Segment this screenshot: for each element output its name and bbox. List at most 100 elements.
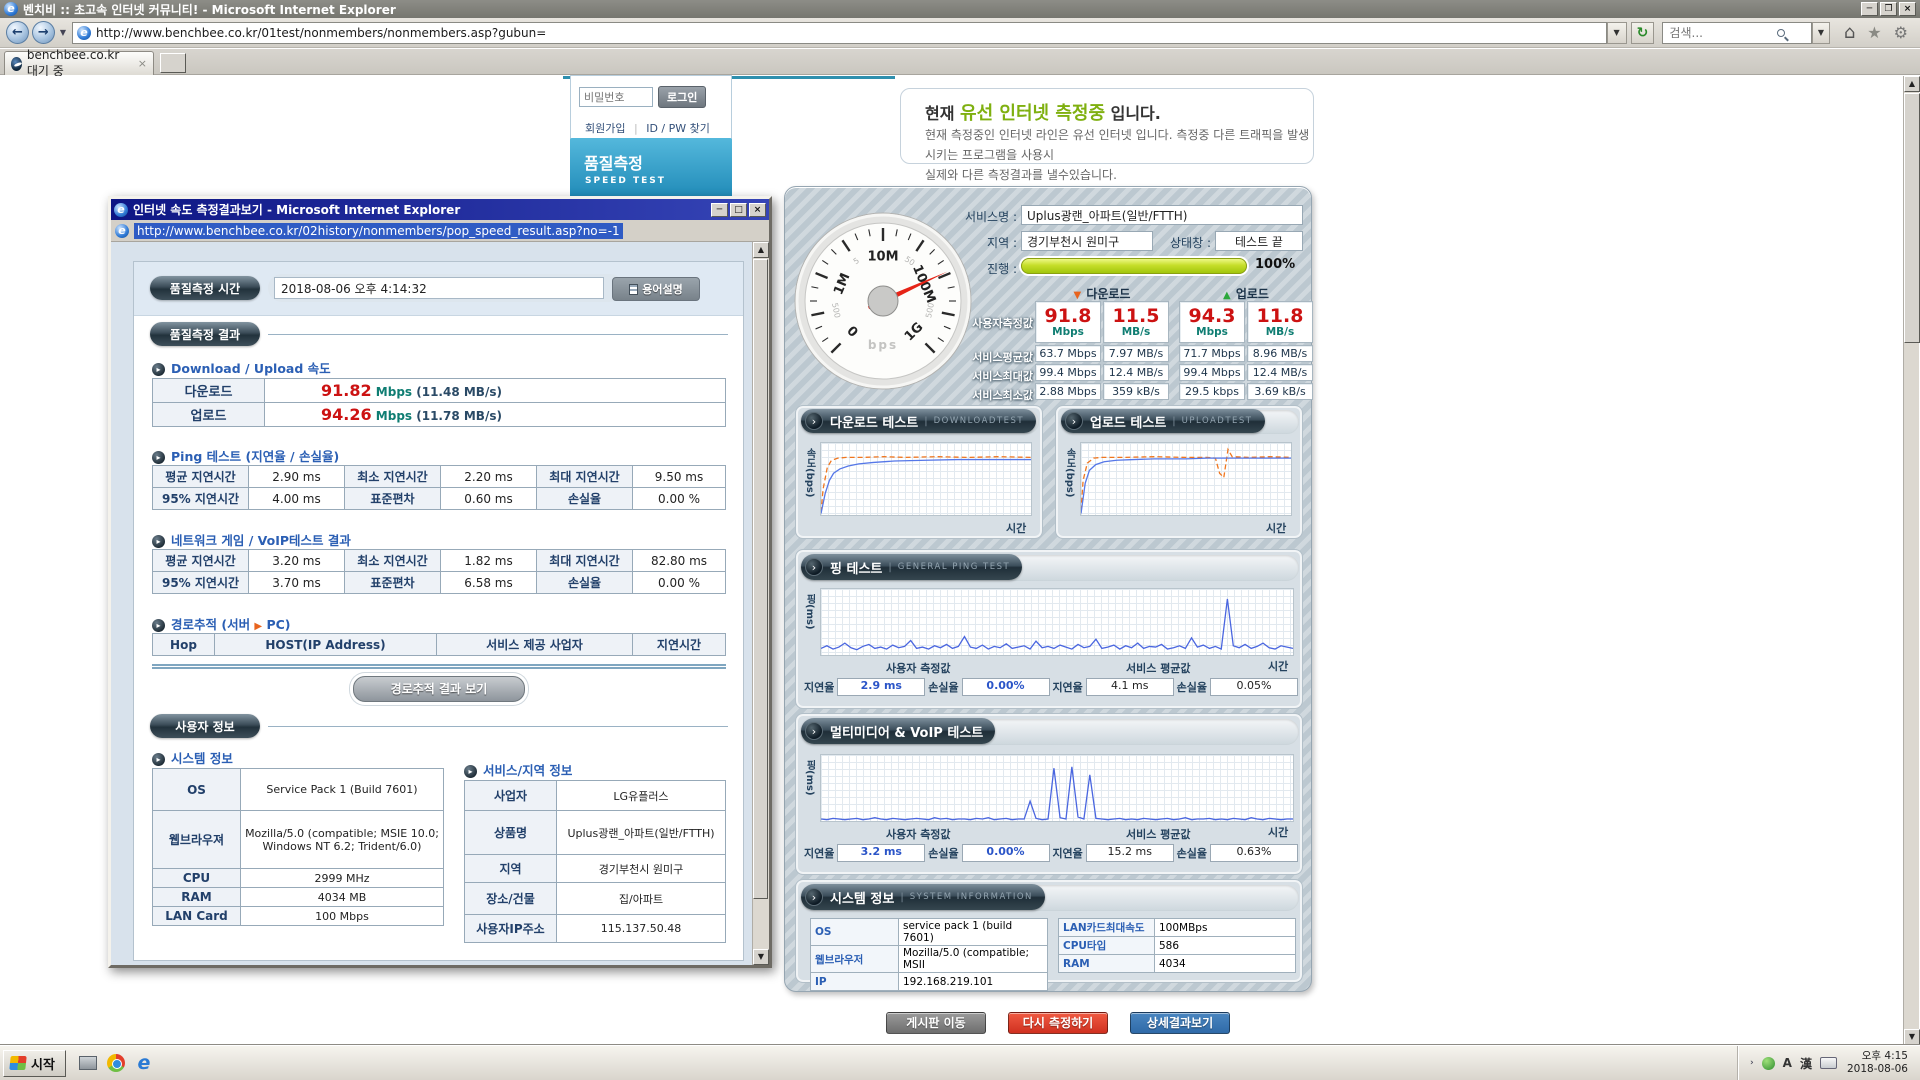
label-cell: 다운로드	[153, 379, 265, 403]
user-measured-label: 사용자 측정값	[886, 660, 951, 676]
menu-subtitle: SPEED TEST	[585, 176, 666, 186]
tab-benchbee[interactable]: benchbee.co.kr 대기 중 ×	[4, 51, 154, 75]
address-url[interactable]: http://www.benchbee.co.kr/01test/nonmemb…	[96, 26, 546, 40]
measure-time-pill: 품질측정 시간	[150, 276, 260, 300]
result-cell: 29.5 kbps	[1179, 383, 1245, 400]
chevron-icon: ›	[805, 888, 823, 906]
quicklaunch-ie-icon[interactable]: e	[132, 1051, 156, 1075]
label-cell: 웹브라우저	[811, 946, 899, 973]
download-upload-section-title: ▸Download / Upload 속도	[152, 358, 331, 377]
x-axis-label: 시간	[1268, 658, 1288, 674]
user-measured-label: 사용자 측정값	[886, 826, 951, 842]
voip-test-box: › 멀티미디어 & VoIP 테스트 핑(ms) 시간 사용자 측정값 서비스 …	[795, 713, 1303, 875]
glossary-button[interactable]: 용어설명	[612, 277, 700, 301]
clock-time: 오후 4:15	[1847, 1050, 1908, 1063]
browser-scrollbar[interactable]: ▲ ▼	[1903, 76, 1919, 1045]
search-input[interactable]	[1667, 25, 1777, 41]
find-id-pw-link[interactable]: ID / PW 찾기	[646, 122, 710, 135]
refresh-button[interactable]: ↻	[1631, 22, 1655, 44]
home-icon[interactable]: ⌂	[1844, 22, 1855, 43]
ime-keyboard-icon[interactable]	[1820, 1057, 1837, 1069]
scrollbar-thumb[interactable]	[1904, 93, 1920, 343]
close-button[interactable]: ×	[1899, 2, 1916, 16]
value-cell: Service Pack 1 (Build 7601)	[241, 769, 444, 811]
section-title: 시스템 정보	[830, 888, 894, 907]
retest-button[interactable]: 다시 측정하기	[1008, 1012, 1108, 1034]
forward-button[interactable]: →	[32, 21, 55, 44]
unit: Mbps	[1196, 326, 1228, 338]
tray-app-icon[interactable]	[1762, 1057, 1775, 1070]
bullet-icon: ▸	[152, 363, 165, 376]
service-average-label: 서비스 평균값	[1126, 660, 1191, 676]
favorites-star-icon[interactable]: ★	[1867, 23, 1881, 42]
loss-label: 손실율	[1177, 845, 1207, 861]
loss-label: 손실율	[928, 679, 958, 695]
address-bar[interactable]: e http://www.benchbee.co.kr/01test/nonme…	[72, 22, 1607, 44]
service-name-field[interactable]: Uplus광랜_아파트(일반/FTTH)	[1021, 205, 1303, 225]
delay-label: 지연율	[1052, 679, 1082, 695]
ime-hanja-icon[interactable]: 漢	[1800, 1055, 1812, 1072]
search-box[interactable]	[1662, 22, 1812, 44]
label-cell: 장소/건물	[465, 883, 557, 915]
result-popup-window[interactable]: e 인터넷 속도 측정결과보기 - Microsoft Internet Exp…	[108, 196, 772, 968]
result-cell: 91.8Mbps	[1035, 301, 1101, 343]
scroll-up-arrow[interactable]: ▲	[753, 242, 769, 258]
scroll-down-arrow[interactable]: ▼	[753, 949, 769, 965]
nav-dropdown-icon[interactable]: ▼	[60, 28, 66, 37]
back-button[interactable]: ←	[6, 21, 29, 44]
value-cell: 2.20 ms	[441, 466, 537, 488]
scroll-up-arrow[interactable]: ▲	[1904, 76, 1920, 92]
state-field[interactable]: 테스트 끝	[1215, 231, 1303, 251]
quicklaunch-chrome-icon[interactable]	[104, 1051, 128, 1075]
login-button[interactable]: 로그인	[658, 86, 706, 108]
ping-section-title: ▸Ping 테스트 (지연율 / 손실율)	[152, 446, 339, 465]
separator: |	[888, 562, 891, 573]
taskbar-clock[interactable]: 오후 4:15 2018-08-06	[1847, 1050, 1908, 1076]
new-tab-button[interactable]	[160, 53, 186, 73]
download-triangle-icon: ▼	[1074, 290, 1082, 301]
caret-icon: ▼	[1818, 28, 1824, 37]
restore-button[interactable]: ❐	[1880, 2, 1897, 16]
value-cell: Uplus광랜_아파트(일반/FTTH)	[557, 811, 726, 855]
traceroute-result-button[interactable]: 경로추적 결과 보기	[353, 676, 525, 702]
popup-service-table: 사업자LG유플러스 상품명Uplus광랜_아파트(일반/FTTH) 지역경기부천…	[464, 780, 726, 943]
quicklaunch-window-icon[interactable]	[76, 1051, 100, 1075]
value-cell: 2999 MHz	[241, 869, 444, 888]
section-subtitle: GENERAL PING TEST	[898, 562, 1010, 572]
signup-link[interactable]: 회원가입	[585, 122, 625, 135]
label-cell: OS	[811, 919, 899, 946]
go-board-button[interactable]: 게시판 이동	[886, 1012, 986, 1034]
start-button[interactable]: 시작	[3, 1050, 66, 1077]
region-field[interactable]: 경기부천시 원미구	[1021, 231, 1153, 251]
popup-maximize-button[interactable]: □	[730, 203, 747, 217]
password-field[interactable]	[579, 87, 653, 107]
svg-text:10M: 10M	[867, 250, 898, 265]
value: 11.5	[1113, 307, 1160, 326]
settings-gear-icon[interactable]: ⚙	[1894, 23, 1908, 42]
y-axis-label: 핑(ms)	[802, 760, 817, 796]
popup-close-button[interactable]: ×	[749, 203, 766, 217]
result-cell: 94.3Mbps	[1179, 301, 1245, 343]
scrollbar-thumb[interactable]	[753, 259, 768, 899]
hidden-icons-chevron[interactable]: ›	[1750, 1058, 1754, 1068]
popup-url[interactable]: http://www.benchbee.co.kr/02history/nonm…	[134, 223, 623, 239]
popup-scrollbar[interactable]: ▲ ▼	[752, 242, 769, 965]
speed-test-menu[interactable]: 품질측정 SPEED TEST	[570, 138, 732, 204]
measure-time-field[interactable]: 2018-08-06 오후 4:14:32	[274, 277, 604, 299]
result-cell: 359 kB/s	[1103, 383, 1169, 400]
popup-minimize-button[interactable]: ─	[711, 203, 728, 217]
service-average-label: 서비스 평균값	[1126, 826, 1191, 842]
search-dropdown-button[interactable]: ▼	[1812, 22, 1830, 44]
search-icon[interactable]	[1777, 29, 1785, 37]
tab-favicon	[11, 57, 22, 71]
result-cell: 12.4 MB/s	[1103, 364, 1169, 381]
label-cell: 사용자IP주소	[465, 915, 557, 943]
label-cell: 지역	[465, 855, 557, 883]
notice-body: 현재 측정중인 인터넷 라인은 유선 인터넷 입니다. 측정중 다른 트래픽을 …	[925, 125, 1313, 185]
minimize-button[interactable]: ─	[1861, 2, 1878, 16]
ime-language-icon[interactable]: A	[1783, 1056, 1792, 1070]
address-dropdown-button[interactable]: ▼	[1607, 22, 1627, 44]
scroll-down-arrow[interactable]: ▼	[1904, 1029, 1920, 1045]
tab-close-icon[interactable]: ×	[138, 57, 147, 70]
detail-result-button[interactable]: 상세결과보기	[1130, 1012, 1230, 1034]
